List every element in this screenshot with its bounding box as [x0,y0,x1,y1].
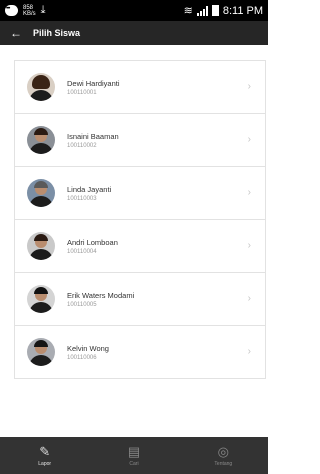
avatar [27,338,55,366]
student-id: 100110002 [67,142,97,149]
nav-item-lapor[interactable]: ✎ Lapor [0,437,89,474]
student-list-item[interactable]: Dewi Hardiyanti 100110001 › [15,61,265,114]
student-list-item[interactable]: Isnaini Baaman 100110002 › [15,114,265,167]
avatar [27,73,55,101]
clock: 8:11 PM [222,4,263,17]
student-name: Linda Jayanti [67,184,112,194]
battery-icon [211,5,219,16]
app-bar: ← Pilih Siswa [0,21,268,45]
avatar [27,232,55,260]
nav-label: Lapor [38,460,52,467]
student-name: Andri Lomboan [67,237,118,247]
chevron-right-icon: › [247,187,251,198]
page-title: Pilih Siswa [33,28,81,38]
content-area: Dewi Hardiyanti 100110001 › Isnaini Baam… [0,45,268,437]
student-name: Dewi Hardiyanti [67,78,120,88]
nav-item-cari[interactable]: ▤ Cari [89,437,178,474]
student-name: Kelvin Wong [67,343,109,353]
student-id: 100110003 [67,195,97,202]
nav-label: Tentang [214,460,233,467]
nav-label: Cari [129,460,139,467]
chevron-right-icon: › [247,346,251,357]
chevron-right-icon: › [247,240,251,251]
student-id: 100110006 [67,354,97,361]
document-icon: ▤ [127,443,141,459]
download-icon: ⤓ [40,4,46,16]
student-list-item[interactable]: Erik Waters Modami 100110005 › [15,273,265,326]
bottom-nav: ✎ Lapor ▤ Cari ◎ Tentang [0,437,268,474]
student-list-item[interactable]: Linda Jayanti 100110003 › [15,167,265,220]
edit-icon: ✎ [39,443,51,459]
status-bar: 858 KB/s ⤓ ≋ 8:11 PM [0,0,268,21]
info-icon: ◎ [217,443,229,459]
nav-item-tentang[interactable]: ◎ Tentang [179,437,268,474]
avatar [27,179,55,207]
message-icon [5,5,18,16]
chevron-right-icon: › [247,81,251,92]
student-list: Dewi Hardiyanti 100110001 › Isnaini Baam… [14,60,266,379]
student-id: 100110001 [67,89,97,96]
student-id: 100110004 [67,248,97,255]
student-list-item[interactable]: Kelvin Wong 100110006 › [15,326,265,378]
signal-icon [196,5,208,16]
avatar [27,285,55,313]
chevron-right-icon: › [247,134,251,145]
student-name: Isnaini Baaman [67,131,119,141]
student-name: Erik Waters Modami [67,290,135,300]
student-list-item[interactable]: Andri Lomboan 100110004 › [15,220,265,273]
avatar [27,126,55,154]
network-speed-unit: KB/s [23,10,36,17]
back-arrow-icon[interactable]: ← [10,26,26,40]
wifi-icon: ≋ [183,5,193,17]
network-speed: 858 KB/s [23,5,36,17]
chevron-right-icon: › [247,293,251,304]
student-id: 100110005 [67,301,97,308]
